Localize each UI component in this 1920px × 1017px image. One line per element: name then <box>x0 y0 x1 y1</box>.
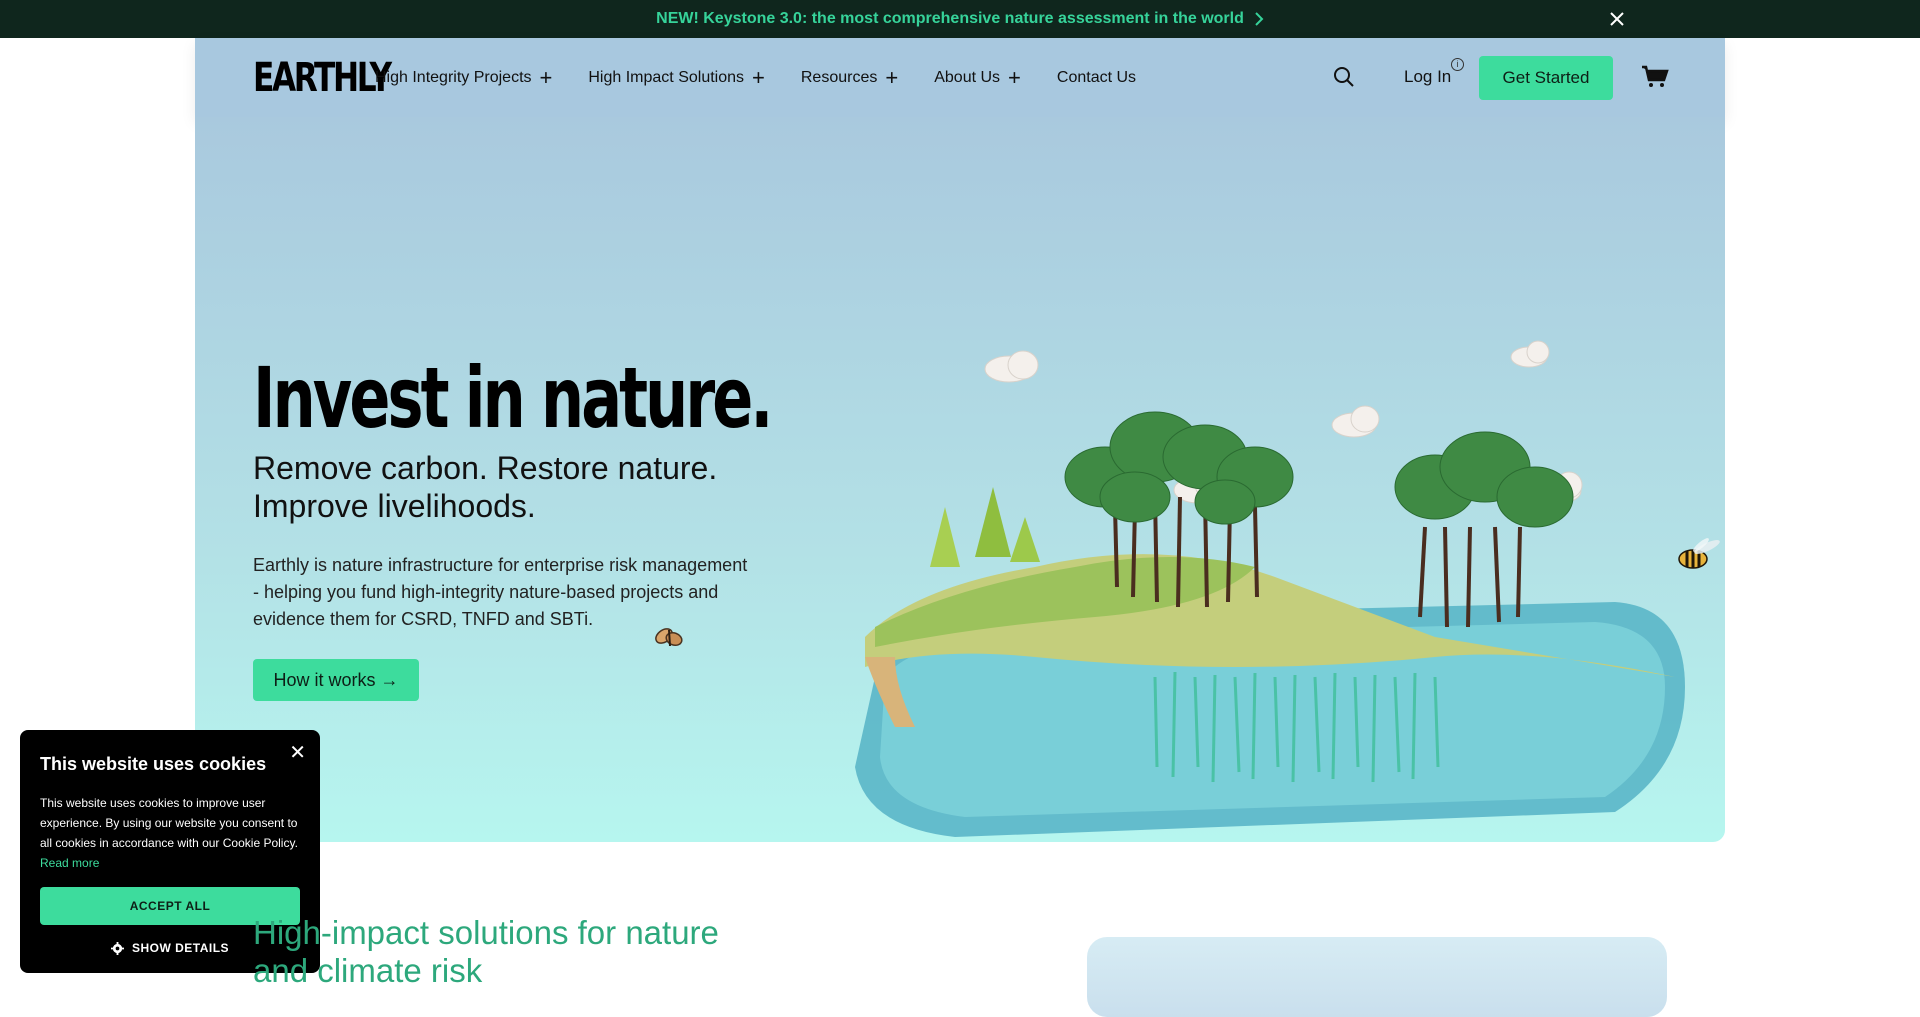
announcement-link[interactable]: NEW! Keystone 3.0: the most comprehensiv… <box>656 10 1264 28</box>
floating-island-illustration <box>855 340 1685 837</box>
nav-item-contact-us[interactable]: Contact Us <box>1057 69 1136 87</box>
butterfly-illustration <box>655 628 683 647</box>
cookie-banner-body: This website uses cookies to improve use… <box>40 793 300 873</box>
announcement-bar: NEW! Keystone 3.0: the most comprehensiv… <box>0 0 1920 38</box>
nav-item-high-integrity-projects[interactable]: High Integrity Projects + <box>375 64 553 90</box>
get-started-button[interactable]: Get Started <box>1479 56 1613 100</box>
nav-item-label: Contact Us <box>1056 68 1137 86</box>
main-nav: High Integrity Projects + High Impact So… <box>375 38 1172 117</box>
info-icon: i <box>1451 58 1464 71</box>
earthly-logo[interactable]: EARTHLY <box>253 55 392 101</box>
hero-title: Invest in nature. <box>253 349 773 447</box>
cookie-read-more-link[interactable]: Read more <box>40 856 99 870</box>
hero-section: Invest in nature. Remove carbon. Restore… <box>195 117 1725 842</box>
plus-icon: + <box>752 64 765 90</box>
section-image <box>1087 937 1667 1017</box>
gear-icon <box>110 941 124 955</box>
cart-icon[interactable] <box>1641 65 1669 89</box>
nav-item-resources[interactable]: Resources + <box>800 64 899 90</box>
plus-icon: + <box>1008 64 1021 90</box>
hero-subtitle: Remove carbon. Restore nature. Improve l… <box>253 450 718 524</box>
nav-item-label: High Impact Solutions <box>588 68 745 86</box>
announcement-text: NEW! Keystone 3.0: the most comprehensiv… <box>656 10 1244 27</box>
cookie-body-text: This website uses cookies to improve use… <box>40 796 298 850</box>
nav-item-label: About Us <box>934 68 1001 86</box>
close-icon[interactable]: ✕ <box>289 740 306 765</box>
search-icon[interactable] <box>1332 65 1356 89</box>
close-icon[interactable] <box>1606 8 1628 30</box>
cookie-banner-title: This website uses cookies <box>40 754 267 774</box>
plus-icon: + <box>885 64 899 90</box>
header-bar: EARTHLY High Integrity Projects + High I… <box>195 38 1725 117</box>
chevron-right-icon <box>1255 12 1264 26</box>
how-it-works-button[interactable]: How it works → <box>253 659 419 701</box>
hero-description: Earthly is nature infrastructure for ent… <box>253 555 748 629</box>
site-header: EARTHLY High Integrity Projects + High I… <box>0 38 1920 117</box>
nav-item-label: Resources <box>800 68 878 86</box>
nav-item-high-impact-solutions[interactable]: High Impact Solutions + <box>588 64 765 90</box>
login-link[interactable]: Log In <box>1404 67 1451 87</box>
nav-item-label: High Integrity Projects <box>375 68 532 86</box>
plus-icon: + <box>539 64 553 90</box>
show-details-label: SHOW DETAILS <box>131 941 230 955</box>
nav-item-about-us[interactable]: About Us + <box>934 64 1021 90</box>
section-title: High-impact solutions for nature and cli… <box>253 914 719 989</box>
